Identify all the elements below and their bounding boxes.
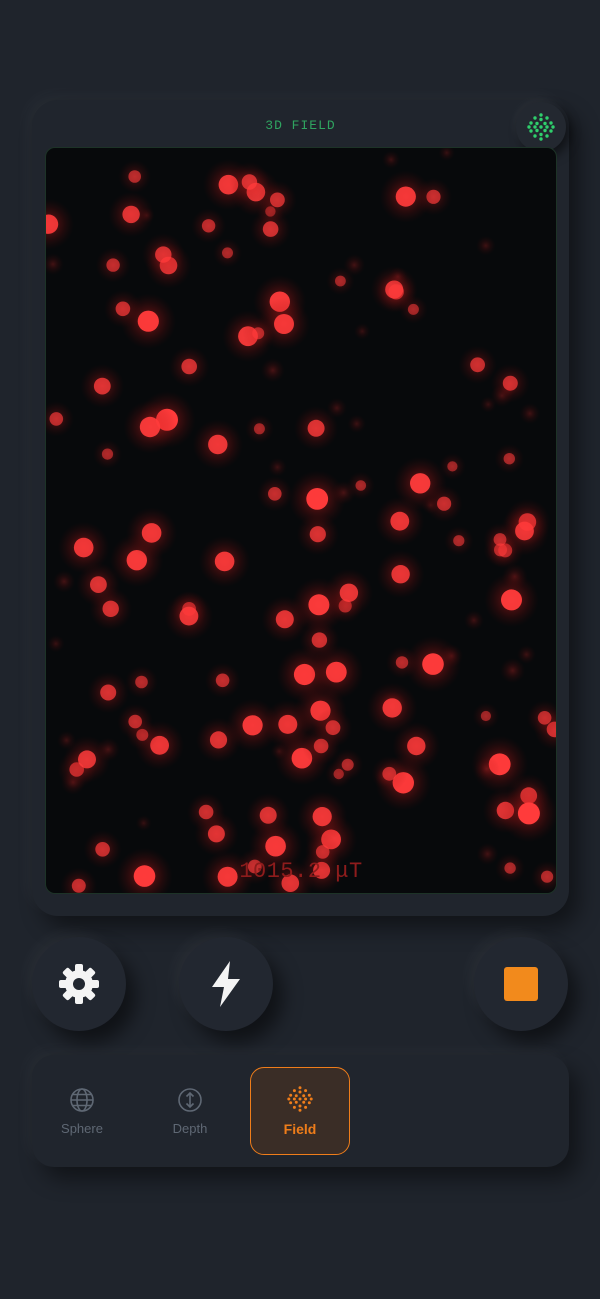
- field-particle: [192, 419, 243, 470]
- field-particle: [527, 700, 556, 736]
- field-particle: [379, 170, 432, 223]
- tab-sphere[interactable]: Sphere: [32, 1067, 132, 1155]
- mode-tab-bar: Sphere Depth Field: [32, 1055, 569, 1167]
- field-particle: [463, 610, 484, 631]
- field-particle: [196, 717, 241, 763]
- field-particle: [480, 396, 497, 413]
- field-particle: [104, 289, 142, 328]
- field-particle: [93, 439, 122, 469]
- field-particle: [245, 414, 274, 444]
- field-particle: [191, 208, 226, 244]
- field-particle: [118, 160, 152, 193]
- globe-icon: [70, 1087, 94, 1112]
- stop-button[interactable]: [474, 937, 568, 1031]
- field-particle: [309, 645, 364, 700]
- tab-depth[interactable]: Depth: [140, 1067, 240, 1155]
- field-particle: [472, 702, 500, 730]
- field-particle: [46, 401, 74, 437]
- field-particle: [53, 570, 76, 593]
- field-particle: [108, 191, 154, 238]
- field-particle: [326, 397, 347, 419]
- field-particle: [473, 756, 500, 782]
- field-particle: [204, 662, 241, 698]
- field-particle: [347, 414, 366, 433]
- tab-label: Sphere: [61, 1120, 103, 1136]
- field-particle: [46, 253, 64, 275]
- field-viewport[interactable]: 1015.2 μT: [45, 147, 557, 894]
- field-particle: [313, 708, 353, 747]
- field-particle: [58, 522, 110, 574]
- tab-label: Depth: [172, 1120, 208, 1136]
- field-particle: [353, 323, 371, 340]
- field-particle: [123, 400, 177, 454]
- field-particle: [47, 635, 65, 653]
- field-particle: [135, 815, 152, 831]
- field-particle: [229, 161, 270, 203]
- field-particle: [199, 535, 251, 587]
- field-particle: [126, 507, 177, 559]
- field-particle: [385, 646, 419, 679]
- app-screen: 3D FIELD 1015.2 μT Sphere Depth Field: [0, 0, 600, 1299]
- field-particle: [80, 364, 125, 408]
- field-particle: [500, 784, 556, 842]
- field-particle: [331, 480, 356, 505]
- settings-button[interactable]: [32, 937, 126, 1031]
- field-particle: [89, 587, 132, 631]
- field-particle: [494, 443, 525, 474]
- field-particle: [261, 596, 309, 643]
- field-particle: [367, 682, 418, 734]
- field-particle: [296, 513, 339, 556]
- field-particle: [96, 737, 120, 762]
- dot-grid-icon: [527, 113, 555, 141]
- stop-square-icon: [504, 967, 538, 1001]
- field-panel: 3D FIELD 1015.2 μT: [32, 100, 569, 916]
- field-particle: [87, 671, 129, 714]
- depth-arrows-icon: [178, 1087, 202, 1112]
- field-strength-readout: 1015.2 μT: [239, 859, 363, 884]
- field-particle: [213, 238, 242, 268]
- field-particles: [46, 148, 556, 893]
- field-particle: [500, 657, 526, 684]
- field-particle: [257, 476, 293, 512]
- field-particle: [260, 358, 285, 383]
- field-particle: [242, 317, 274, 349]
- dot-grid-icon: [287, 1086, 313, 1112]
- field-particle: [95, 247, 131, 283]
- tab-label: Field: [283, 1121, 317, 1137]
- field-particle: [484, 572, 539, 628]
- panel-title: 3D FIELD: [265, 118, 336, 133]
- field-particle: [268, 457, 287, 477]
- gear-icon: [59, 964, 99, 1004]
- field-particle: [125, 665, 158, 699]
- mode-toggle-button[interactable]: [516, 102, 566, 152]
- field-particle: [142, 233, 185, 276]
- field-particle: [476, 235, 496, 256]
- field-particle: [490, 363, 530, 403]
- field-particle: [483, 522, 517, 557]
- field-particle: [376, 550, 425, 599]
- field-particle: [393, 456, 447, 510]
- lightning-icon: [212, 961, 240, 1007]
- field-particle: [519, 403, 541, 424]
- field-particle: [117, 703, 153, 740]
- field-particle: [324, 568, 373, 617]
- field-particle: [326, 266, 355, 296]
- field-particle: [57, 730, 76, 750]
- field-particle: [382, 150, 401, 169]
- field-particle: [444, 526, 474, 556]
- field-particle: [169, 346, 210, 387]
- field-particle: [458, 345, 497, 384]
- power-button[interactable]: [179, 937, 273, 1031]
- field-particle: [187, 793, 226, 831]
- field-particle: [438, 148, 455, 161]
- field-particle: [164, 591, 214, 641]
- field-particle: [388, 267, 408, 286]
- tab-field[interactable]: Field: [250, 1067, 350, 1155]
- field-particle: [46, 198, 74, 250]
